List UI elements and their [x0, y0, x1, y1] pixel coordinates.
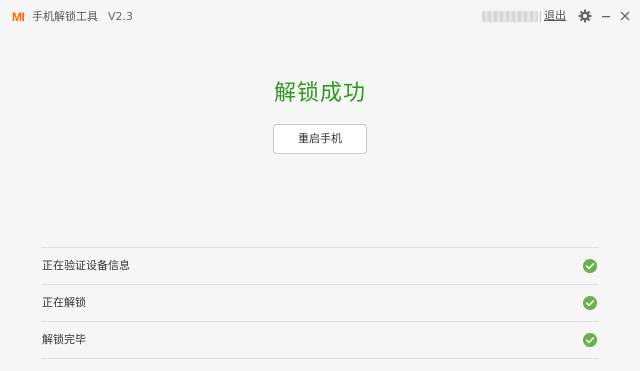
step-label: 正在解锁	[42, 296, 86, 309]
title-bar: MI 手机解锁工具 V2.3 退出	[0, 0, 640, 34]
check-circle-icon	[583, 333, 597, 347]
logout-link[interactable]: 退出	[544, 9, 566, 23]
progress-steps: 正在验证设备信息 正在解锁 解锁完毕	[42, 247, 598, 359]
mi-logo-icon: MI	[12, 10, 25, 24]
step-row: 正在验证设备信息	[42, 248, 598, 285]
unlock-success-title: 解锁成功	[273, 81, 366, 106]
gear-icon[interactable]	[577, 8, 593, 24]
close-icon[interactable]	[617, 8, 633, 24]
minimize-icon[interactable]	[598, 8, 614, 24]
check-circle-icon	[583, 259, 597, 273]
step-label: 解锁完毕	[42, 333, 86, 346]
divider	[540, 11, 541, 22]
step-label: 正在验证设备信息	[42, 259, 130, 272]
check-circle-icon	[583, 296, 597, 310]
step-row: 正在解锁	[42, 285, 598, 322]
app-version: V2.3	[108, 10, 134, 23]
app-title: 手机解锁工具	[32, 10, 98, 23]
reboot-phone-button[interactable]: 重启手机	[273, 124, 367, 154]
account-name-blurred	[482, 11, 538, 22]
step-row: 解锁完毕	[42, 322, 598, 359]
